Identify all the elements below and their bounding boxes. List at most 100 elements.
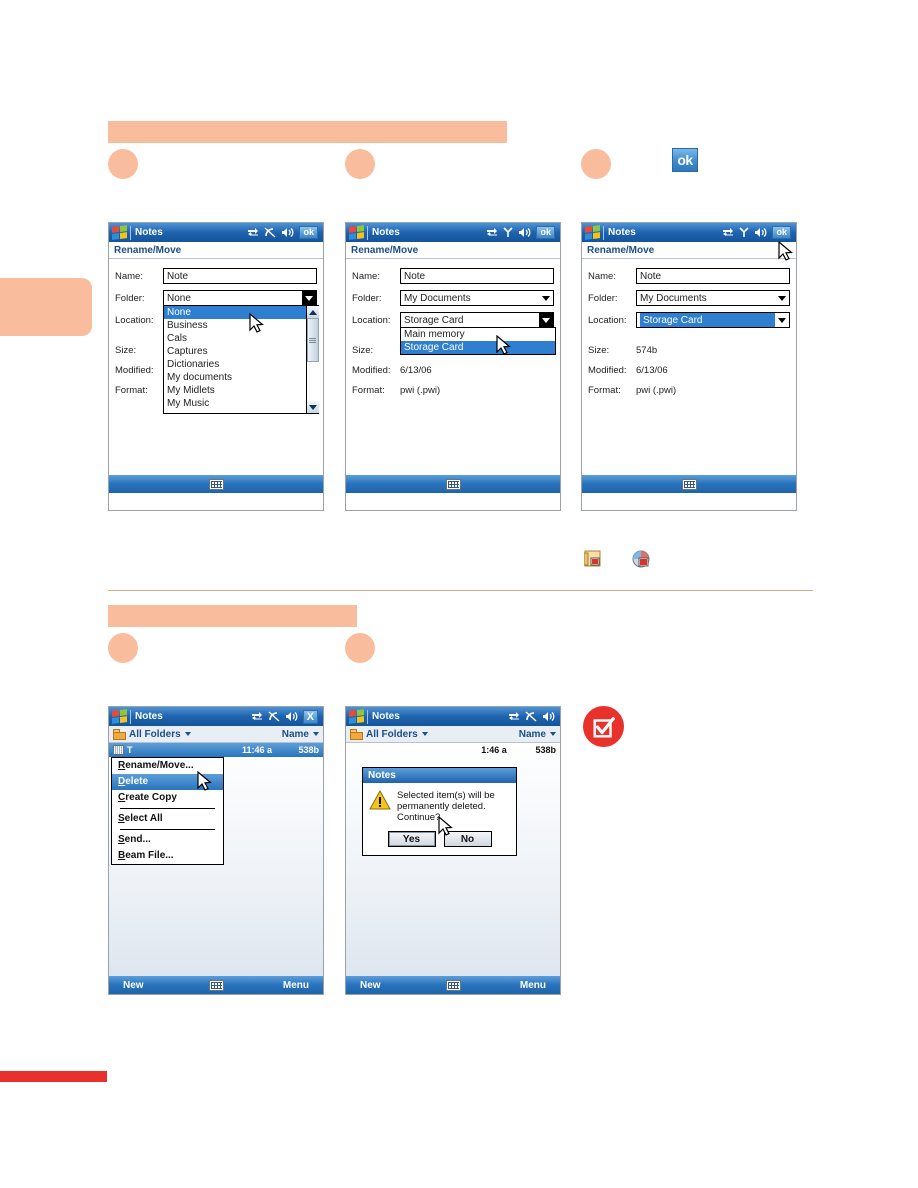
volume-icon[interactable] (285, 711, 298, 722)
softkey-new[interactable]: New (123, 980, 144, 991)
titlebar-close-button[interactable]: X (302, 709, 318, 724)
titlebar-ok-button[interactable]: ok (536, 226, 555, 239)
scroll-down-icon[interactable] (306, 401, 319, 413)
wifi-off-icon[interactable] (525, 711, 537, 722)
name-input[interactable]: Note (163, 268, 317, 284)
folder-dropdown-list[interactable]: None Business Cals Captures Dictionaries… (163, 305, 319, 414)
wifi-off-icon[interactable] (264, 227, 276, 238)
table-row[interactable]: T 11:46 a 538b (109, 743, 323, 757)
chevron-down-icon[interactable] (539, 291, 553, 305)
yes-button[interactable]: Yes (387, 831, 436, 847)
titlebar-ok-button[interactable]: ok (299, 226, 318, 239)
volume-icon[interactable] (281, 227, 294, 238)
chevron-down-icon[interactable] (539, 313, 553, 327)
menu-item-label-select-all: elect All (124, 813, 163, 824)
mouse-cursor-icon (197, 770, 212, 792)
folder-select[interactable]: My Documents (636, 290, 790, 306)
chevron-down-icon[interactable] (313, 732, 319, 736)
dropdown-option[interactable]: Cals (164, 332, 318, 345)
titlebar-ok-button[interactable]: ok (772, 226, 791, 239)
dropdown-option[interactable]: None (164, 306, 318, 319)
menu-item-create-copy[interactable]: Create Copy (112, 790, 223, 806)
sort-by-label[interactable]: Name (282, 729, 309, 740)
connectivity-icon[interactable] (486, 227, 498, 238)
section-divider (108, 590, 813, 591)
dropdown-option[interactable]: My Midlets (164, 384, 318, 397)
softkey-new[interactable]: New (360, 980, 381, 991)
device-screenshot-rename-move-location: Notes ok Rename/Move Name: Note Folder: … (345, 222, 561, 511)
volume-icon[interactable] (754, 227, 767, 238)
menu-item-send[interactable]: Send... (112, 832, 223, 848)
size-row: Size: 574b (588, 341, 790, 359)
location-row: Location: Storage Card (588, 311, 790, 329)
size-label: Size: (115, 344, 137, 356)
softkey-menu[interactable]: Menu (283, 980, 309, 991)
menu-item-label-delete: elete (125, 776, 149, 787)
connectivity-icon[interactable] (247, 227, 259, 238)
location-select-value: Storage Card (404, 314, 464, 326)
name-input[interactable]: Note (636, 268, 790, 284)
wifi-off-icon[interactable] (268, 711, 280, 722)
dropdown-option[interactable]: My Music (164, 397, 318, 410)
chevron-down-icon[interactable] (421, 732, 428, 736)
titlebar-icon-tray: ok (486, 226, 557, 239)
step-marker-1 (108, 149, 138, 179)
keyboard-icon[interactable] (208, 478, 224, 490)
connectivity-icon[interactable] (508, 711, 520, 722)
keyboard-icon[interactable] (681, 478, 697, 490)
scroll-up-icon[interactable] (306, 306, 319, 318)
location-label: Location: (588, 314, 627, 326)
sort-control[interactable]: Name (519, 729, 556, 740)
dropdown-option[interactable]: Dictionaries (164, 358, 318, 371)
location-select[interactable]: Storage Card (636, 312, 790, 328)
connectivity-icon[interactable] (251, 711, 263, 722)
chevron-down-icon[interactable] (302, 291, 316, 305)
location-dropdown-list[interactable]: Main memory Storage Card (400, 327, 556, 355)
section-heading-band-1 (108, 121, 507, 143)
dropdown-option[interactable]: Storage Card (401, 341, 555, 354)
windows-logo-icon (585, 225, 600, 240)
titlebar-icon-tray: ok (247, 226, 320, 239)
modified-label: Modified: (352, 364, 391, 376)
signal-icon[interactable] (503, 227, 514, 238)
signal-icon[interactable] (739, 227, 750, 238)
scrollbar-thumb[interactable] (306, 318, 319, 362)
screen-title: Rename/Move (346, 242, 560, 259)
folder-filter-label[interactable]: All Folders (129, 729, 181, 740)
menu-item-select-all[interactable]: Select All (112, 811, 223, 827)
mouse-cursor-icon (249, 312, 264, 334)
dropdown-option[interactable]: Main memory (401, 328, 555, 341)
volume-icon[interactable] (518, 227, 531, 238)
modified-value: 6/13/06 (400, 364, 432, 376)
folder-filter-label[interactable]: All Folders (366, 729, 418, 740)
sort-by-label[interactable]: Name (519, 729, 546, 740)
folder-select[interactable]: None (163, 290, 317, 306)
format-row: Format: pwi (.pwi) (352, 381, 554, 399)
menu-item-beam-file[interactable]: Beam File... (112, 848, 223, 864)
screen-title: Rename/Move (582, 242, 796, 259)
sort-control[interactable]: Name (282, 729, 319, 740)
chevron-down-icon[interactable] (184, 732, 191, 736)
app-title: Notes (135, 711, 163, 722)
softkey-menu[interactable]: Menu (520, 980, 546, 991)
folder-select[interactable]: My Documents (400, 290, 554, 306)
dropdown-option[interactable]: Business (164, 319, 318, 332)
dropdown-scrollbar[interactable] (306, 306, 319, 413)
location-select[interactable]: Storage Card (400, 312, 554, 328)
chevron-down-icon[interactable] (550, 732, 556, 736)
dropdown-option[interactable]: Captures (164, 345, 318, 358)
page-side-tab (0, 278, 92, 336)
keyboard-icon[interactable] (445, 478, 461, 490)
table-row[interactable]: 1:46 a 538b (346, 743, 560, 757)
keyboard-icon[interactable] (208, 979, 224, 991)
volume-icon[interactable] (542, 711, 555, 722)
dropdown-option[interactable]: My documents (164, 371, 318, 384)
name-input[interactable]: Note (400, 268, 554, 284)
keyboard-icon[interactable] (445, 979, 461, 991)
connectivity-icon[interactable] (722, 227, 734, 238)
chevron-down-icon[interactable] (775, 313, 789, 327)
scrollbar-track[interactable] (306, 318, 319, 401)
titlebar-separator (603, 225, 604, 240)
chevron-down-icon[interactable] (775, 291, 789, 305)
step-marker-2 (345, 149, 375, 179)
